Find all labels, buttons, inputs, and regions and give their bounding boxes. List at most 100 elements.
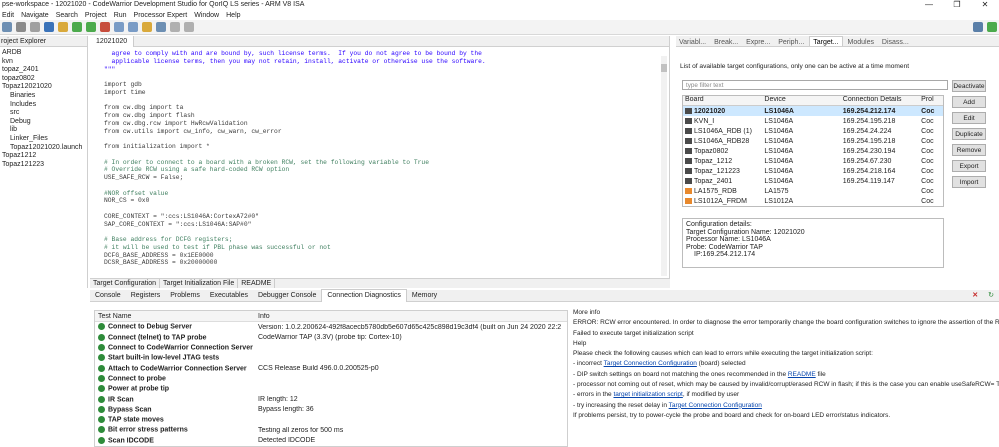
tab-disassembly[interactable]: Disass... (879, 37, 912, 46)
menu-processor-expert[interactable]: Processor Expert (134, 12, 188, 19)
column-info[interactable]: Info (255, 313, 565, 320)
tab-expressions[interactable]: Expre... (743, 37, 773, 46)
debug-perspective-icon[interactable] (987, 22, 997, 32)
perspective-icon[interactable] (973, 22, 983, 32)
diagnostic-row[interactable]: IR Scan IR length: 12 (95, 394, 567, 404)
menu-search[interactable]: Search (56, 12, 78, 19)
export-button[interactable]: Export (952, 160, 986, 172)
duplicate-button[interactable]: Duplicate (952, 128, 986, 140)
menu-navigate[interactable]: Navigate (21, 12, 49, 19)
tab-console[interactable]: Console (90, 290, 126, 302)
project-explorer-tab[interactable]: roject Explorer (0, 36, 87, 47)
refresh-icon[interactable]: ↻ (983, 290, 999, 302)
close-x-icon[interactable]: ✕ (967, 290, 983, 302)
save-all-icon[interactable] (30, 22, 40, 32)
tab-registers[interactable]: Registers (126, 290, 166, 302)
diagnostic-row[interactable]: Connect (telnet) to TAP probe CodeWarrior… (95, 332, 567, 342)
step-icon[interactable] (114, 22, 124, 32)
flash-icon[interactable] (142, 22, 152, 32)
code-area[interactable]: agree to comply with and are bound by, s… (104, 50, 654, 267)
tab-breakpoints[interactable]: Break... (711, 37, 741, 46)
tab-peripherals[interactable]: Periph... (775, 37, 807, 46)
configuration-row[interactable]: Topaz0802 LS1046A 169.254.230.194 Coc (683, 146, 943, 156)
tab-memory[interactable]: Memory (407, 290, 442, 302)
menu-help[interactable]: Help (226, 12, 240, 19)
tab-executables[interactable]: Executables (205, 290, 253, 302)
menu-window[interactable]: Window (194, 12, 219, 19)
configuration-row[interactable]: KVN_I LS1046A 169.254.195.218 Coc (683, 116, 943, 126)
debug-icon[interactable] (72, 22, 82, 32)
tree-item[interactable]: topaz0802 (2, 75, 87, 84)
diagnostic-row[interactable]: Start built-in low-level JTAG tests (95, 353, 567, 363)
configuration-row[interactable]: Topaz_121223 LS1046A 169.254.218.164 Coc (683, 166, 943, 176)
tree-item[interactable]: Binaries (2, 92, 87, 101)
tree-item[interactable]: Topaz1212 (2, 152, 87, 161)
build-icon[interactable] (44, 22, 54, 32)
tree-item[interactable]: Includes (2, 101, 87, 110)
tab-target-configuration[interactable]: Target Configuration (90, 279, 161, 288)
configuration-row[interactable]: LS1046A_RDB28 LS1046A 169.254.195.218 Coc (683, 136, 943, 146)
tab-problems[interactable]: Problems (165, 290, 205, 302)
diagnostic-row[interactable]: Bit error stress patterns Testing all zer… (95, 425, 567, 435)
diagnostic-row[interactable]: Bypass Scan Bypass length: 36 (95, 404, 567, 414)
menu-run[interactable]: Run (114, 12, 127, 19)
tab-connection-diagnostics[interactable]: Connection Diagnostics (321, 289, 407, 302)
column-probe[interactable]: Prol (919, 96, 943, 105)
tree-item[interactable]: topaz_2401 (2, 66, 87, 75)
diagnostic-row[interactable]: Connect to Debug Server Version: 1.0.2.20… (95, 322, 567, 332)
remove-button[interactable]: Remove (952, 144, 986, 156)
column-test-name[interactable]: Test Name (95, 313, 255, 320)
column-connection[interactable]: Connection Details (841, 96, 919, 105)
editor-scrollbar[interactable] (661, 56, 667, 276)
minimize-button[interactable]: — (915, 0, 943, 10)
add-button[interactable]: Add (952, 96, 986, 108)
back-icon[interactable] (170, 22, 180, 32)
tree-item[interactable]: ARDB (2, 49, 87, 58)
target-initialization-script-link[interactable]: target initialization script (613, 391, 682, 398)
tree-item[interactable]: Debug (2, 118, 87, 127)
tab-variables[interactable]: Variabl... (676, 37, 709, 46)
configuration-row[interactable]: 12021020 LS1046A 169.254.212.174 Coc (683, 106, 943, 116)
hammer-icon[interactable] (58, 22, 68, 32)
configuration-row[interactable]: LS1046A_RDB (1) LS1046A 169.254.24.224 Coc (683, 126, 943, 136)
column-board[interactable]: Board (683, 96, 762, 105)
menu-edit[interactable]: Edit (2, 12, 14, 19)
editor-scroll-thumb[interactable] (661, 64, 667, 72)
edit-button[interactable]: Edit (952, 112, 986, 124)
search-icon[interactable] (156, 22, 166, 32)
tree-item[interactable]: Topaz12021020 (2, 83, 87, 92)
readme-link[interactable]: README (788, 371, 816, 378)
configuration-row[interactable]: Topaz_1212 LS1046A 169.254.67.230 Coc (683, 156, 943, 166)
menu-project[interactable]: Project (85, 12, 107, 19)
diagnostic-row[interactable]: Connect to probe (95, 373, 567, 383)
tree-item[interactable]: Topaz12021020.launch (2, 144, 87, 153)
run-icon[interactable] (86, 22, 96, 32)
save-icon[interactable] (16, 22, 26, 32)
filter-input[interactable]: type filter text (682, 80, 948, 90)
tab-modules[interactable]: Modules (845, 37, 877, 46)
maximize-button[interactable]: ❐ (943, 0, 971, 10)
target-connection-configuration-link-2[interactable]: Target Connection Configuration (669, 402, 762, 409)
tree-item[interactable]: kvn (2, 58, 87, 67)
new-icon[interactable] (2, 22, 12, 32)
deactivate-button[interactable]: Deactivate (952, 80, 986, 92)
close-button[interactable]: ✕ (971, 0, 999, 10)
column-device[interactable]: Device (762, 96, 840, 105)
tab-target-initialization-file[interactable]: Target Initialization File (160, 279, 239, 288)
diagnostic-row[interactable]: TAP state moves (95, 415, 567, 425)
tree-item[interactable]: src (2, 109, 87, 118)
tab-debugger-console[interactable]: Debugger Console (253, 290, 321, 302)
diagnostic-row[interactable]: Connect to CodeWarrior Connection Server (95, 343, 567, 353)
configuration-row[interactable]: LA1575_RDB LA1575 Coc (683, 186, 943, 196)
tab-readme[interactable]: README (238, 279, 276, 288)
configuration-row[interactable]: LS1012A_FRDM LS1012A Coc (683, 196, 943, 206)
editor-tab[interactable]: 12021020 (90, 36, 135, 47)
import-button[interactable]: Import (952, 176, 986, 188)
target-connection-configuration-link[interactable]: Target Connection Configuration (604, 360, 697, 367)
step-over-icon[interactable] (128, 22, 138, 32)
tab-target-connections[interactable]: Target... (809, 36, 843, 46)
tree-item[interactable]: Linker_Files (2, 135, 87, 144)
diagnostic-row[interactable]: Attach to CodeWarrior Connection Server C… (95, 363, 567, 373)
configuration-row[interactable]: Topaz_2401 LS1046A 169.254.119.147 Coc (683, 176, 943, 186)
tree-item[interactable]: lib (2, 126, 87, 135)
